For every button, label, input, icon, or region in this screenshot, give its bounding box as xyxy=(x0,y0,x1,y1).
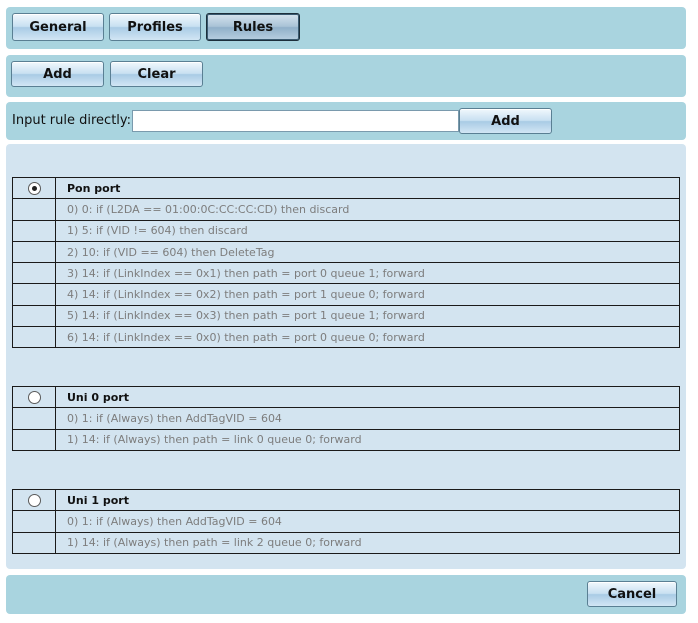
radio-button[interactable] xyxy=(27,493,41,507)
direct-input-bar: Input rule directly: Add xyxy=(6,102,686,140)
rule-text: 2) 10: if (VID == 604) then DeleteTag xyxy=(55,240,680,264)
add-rule-button[interactable]: Add xyxy=(459,108,552,134)
rule-text: 6) 14: if (LinkIndex == 0x0) then path =… xyxy=(55,326,680,349)
rule-input[interactable] xyxy=(132,110,459,132)
table-row[interactable]: 2) 10: if (VID == 604) then DeleteTag xyxy=(12,240,680,264)
table-row[interactable]: 6) 14: if (LinkIndex == 0x0) then path =… xyxy=(12,326,680,349)
port-table-uni0: Uni 0 port 0) 1: if (Always) then AddTag… xyxy=(12,385,680,451)
tab-rules[interactable]: Rules xyxy=(206,13,300,41)
port-select-cell[interactable] xyxy=(12,385,56,409)
action-bar: Add Clear xyxy=(6,55,686,97)
port-header-row: Uni 0 port xyxy=(12,385,680,409)
port-header-row: Uni 1 port xyxy=(12,488,680,512)
rule-text: 5) 14: if (LinkIndex == 0x3) then path =… xyxy=(55,304,680,328)
rule-text: 4) 14: if (LinkIndex == 0x2) then path =… xyxy=(55,283,680,306)
clear-button[interactable]: Clear xyxy=(110,61,203,87)
rule-text: 0) 1: if (Always) then AddTagVID = 604 xyxy=(55,407,680,430)
radio-button[interactable] xyxy=(27,390,41,404)
direct-input-label: Input rule directly: xyxy=(12,113,132,128)
rule-text: 0) 0: if (L2DA == 01:00:0C:CC:CC:CD) the… xyxy=(55,198,680,221)
rule-text: 3) 14: if (LinkIndex == 0x1) then path =… xyxy=(55,262,680,285)
cancel-button[interactable]: Cancel xyxy=(587,581,677,607)
port-select-cell[interactable] xyxy=(12,488,56,512)
rule-text: 1) 14: if (Always) then path = link 0 qu… xyxy=(55,428,680,451)
port-name: Uni 0 port xyxy=(55,385,680,409)
tab-bar: General Profiles Rules xyxy=(6,7,686,49)
table-row[interactable]: 5) 14: if (LinkIndex == 0x3) then path =… xyxy=(12,304,680,328)
radio-button-selected[interactable] xyxy=(27,181,41,195)
add-button[interactable]: Add xyxy=(11,61,104,87)
rule-text: 1) 5: if (VID != 604) then discard xyxy=(55,219,680,242)
table-row[interactable]: 1) 5: if (VID != 604) then discard xyxy=(12,219,680,242)
table-row[interactable]: 1) 14: if (Always) then path = link 2 qu… xyxy=(12,531,680,554)
table-row[interactable]: 0) 1: if (Always) then AddTagVID = 604 xyxy=(12,510,680,533)
port-select-cell[interactable] xyxy=(12,176,56,200)
table-row[interactable]: 3) 14: if (LinkIndex == 0x1) then path =… xyxy=(12,262,680,285)
footer-bar: Cancel xyxy=(6,575,686,614)
port-table-pon: Pon port 0) 0: if (L2DA == 01:00:0C:CC:C… xyxy=(12,176,680,349)
port-name: Uni 1 port xyxy=(55,488,680,512)
port-name: Pon port xyxy=(55,176,680,200)
table-row[interactable]: 1) 14: if (Always) then path = link 0 qu… xyxy=(12,428,680,451)
tab-general[interactable]: General xyxy=(12,13,104,41)
table-row[interactable]: 0) 0: if (L2DA == 01:00:0C:CC:CC:CD) the… xyxy=(12,198,680,221)
rule-text: 1) 14: if (Always) then path = link 2 qu… xyxy=(55,531,680,554)
port-header-row: Pon port xyxy=(12,176,680,200)
rule-text: 0) 1: if (Always) then AddTagVID = 604 xyxy=(55,510,680,533)
table-row[interactable]: 0) 1: if (Always) then AddTagVID = 604 xyxy=(12,407,680,430)
table-row[interactable]: 4) 14: if (LinkIndex == 0x2) then path =… xyxy=(12,283,680,306)
port-table-uni1: Uni 1 port 0) 1: if (Always) then AddTag… xyxy=(12,488,680,554)
tab-profiles[interactable]: Profiles xyxy=(109,13,201,41)
